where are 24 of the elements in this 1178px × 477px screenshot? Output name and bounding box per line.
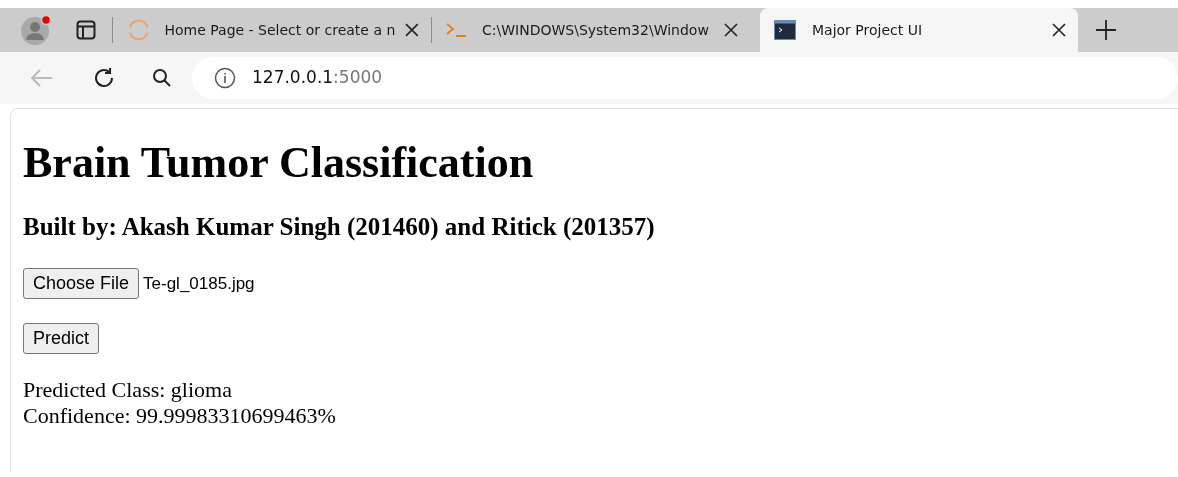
page-subtitle: Built by: Akash Kumar Singh (201460) and Ritick (201357) — [23, 211, 655, 242]
loading-icon — [127, 18, 151, 42]
result-text: Predicted Class: glioma — [23, 377, 232, 402]
predict-button[interactable]: Predict — [23, 322, 100, 354]
close-icon[interactable] — [405, 23, 419, 37]
sidebar-icon[interactable] — [76, 20, 96, 40]
browser-tab[interactable]: Major Project UI — [760, 8, 1078, 52]
browser-tab[interactable]: C:\WINDOWS\System32\Window — [432, 8, 750, 52]
close-icon[interactable] — [1052, 23, 1066, 37]
profile-avatar-icon[interactable] — [20, 14, 52, 46]
page-title: Brain Tumor Classification — [23, 137, 534, 189]
choose-file-button[interactable]: Choose File — [23, 267, 140, 299]
prompt-icon — [446, 23, 468, 37]
browser-tab[interactable]: Home Page - Select or create a n — [113, 8, 431, 52]
result-text: Confidence: 99.99983310699463% — [23, 403, 336, 428]
info-icon[interactable] — [214, 67, 236, 89]
search-icon[interactable] — [152, 68, 172, 88]
new-tab-icon[interactable] — [1096, 20, 1116, 40]
close-icon[interactable] — [724, 23, 738, 37]
address-bar[interactable]: 127.0.0.1:5000 — [192, 57, 1178, 99]
file-name: Te-gl_0185.jpg — [143, 272, 255, 295]
terminal-window-icon — [774, 20, 796, 40]
reload-icon[interactable] — [92, 66, 116, 90]
url-text: 127.0.0.1:5000 — [252, 66, 383, 90]
